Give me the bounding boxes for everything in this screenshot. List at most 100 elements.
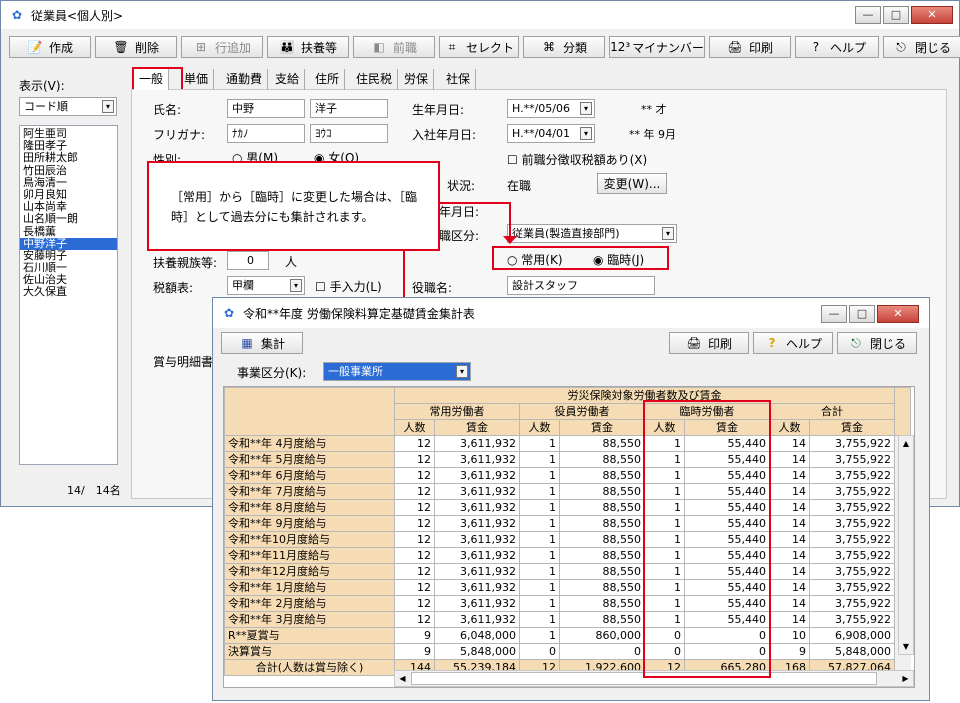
sort-order-select[interactable]: コード順 ▾ bbox=[19, 97, 117, 116]
select-button[interactable]: ⌗ セレクト bbox=[439, 36, 519, 58]
employee-list-item[interactable]: 竹田辰治 bbox=[20, 164, 117, 177]
value-cell: 14 bbox=[769, 595, 810, 612]
value-cell: 3,755,922 bbox=[809, 611, 895, 628]
table-row: 令和**年 9月度給与 12 3,611,932 1 88,550 1 55,440 14 3,… bbox=[224, 515, 911, 532]
manual-input-checkbox[interactable]: ☐ 手入力(L) bbox=[315, 278, 382, 295]
value-cell: 88,550 bbox=[559, 483, 645, 500]
calculate-button[interactable]: ▦ 集計 bbox=[221, 332, 303, 354]
help-button[interactable]: ? ヘルプ bbox=[795, 36, 879, 58]
employee-list-item[interactable]: 長橋薫 bbox=[20, 225, 117, 238]
sub-header-cell: 人数 bbox=[769, 419, 810, 436]
chevron-down-icon[interactable]: ▾ bbox=[580, 127, 592, 140]
value-cell: 1 bbox=[519, 483, 560, 500]
employment-type-highlight bbox=[492, 246, 669, 270]
table-row: 令和**年 7月度給与 12 3,611,932 1 88,550 1 55,440 14 3,… bbox=[224, 483, 911, 500]
category-value: 従業員(製造直接部門) bbox=[512, 227, 620, 240]
tab-1[interactable]: 一般 bbox=[134, 69, 170, 90]
chevron-down-icon[interactable]: ▾ bbox=[662, 227, 674, 240]
employee-list-item[interactable]: 大久保直 bbox=[20, 286, 117, 298]
delete-label: 削除 bbox=[134, 40, 159, 55]
my-number-button[interactable]: 12³ マイナンバー bbox=[609, 36, 705, 58]
close-button[interactable]: ⎋ 閉じる bbox=[837, 332, 917, 354]
row-label-cell: 令和**年11月度給与 bbox=[224, 547, 395, 564]
last-name-field[interactable]: 中野 bbox=[227, 99, 305, 118]
minimize-button[interactable]: — bbox=[821, 305, 847, 323]
close-window-button[interactable]: ✕ bbox=[911, 6, 953, 24]
first-name-field[interactable]: 洋子 bbox=[310, 99, 388, 118]
close-window-button[interactable]: ✕ bbox=[877, 305, 919, 323]
value-cell: 9 bbox=[394, 627, 435, 644]
dependents-label: 扶養親族等: bbox=[153, 256, 218, 270]
category-button[interactable]: ⌘ 分類 bbox=[523, 36, 605, 58]
value-cell: 3,755,922 bbox=[809, 515, 895, 532]
tab-6[interactable]: 住民税 bbox=[351, 69, 399, 90]
create-button[interactable]: 📝 作成 bbox=[9, 36, 91, 58]
chevron-down-icon[interactable]: ▾ bbox=[290, 279, 302, 292]
first-kana-field[interactable]: ﾖｳｺ bbox=[310, 124, 388, 143]
minimize-button[interactable]: — bbox=[855, 6, 881, 24]
tax-table-select[interactable]: 甲欄 ▾ bbox=[227, 276, 305, 295]
add-row-button[interactable]: ⊞ 行追加 bbox=[181, 36, 263, 58]
scroll-up-arrow[interactable]: ▲ bbox=[899, 436, 913, 451]
scroll-left-arrow[interactable]: ◀ bbox=[395, 671, 410, 686]
previous-job-button[interactable]: ◧ 前職 bbox=[353, 36, 435, 58]
chevron-down-icon[interactable]: ▾ bbox=[580, 102, 592, 115]
status-label: 状況: bbox=[447, 179, 476, 193]
tab-5[interactable]: 住所 bbox=[310, 69, 346, 90]
value-cell: 3,755,922 bbox=[809, 435, 895, 452]
category-select[interactable]: 従業員(製造直接部門) ▾ bbox=[507, 224, 677, 243]
value-cell: 0 bbox=[519, 643, 560, 660]
value-cell: 3,755,922 bbox=[809, 563, 895, 580]
birth-date-field[interactable]: H.**/05/06 ▾ bbox=[507, 99, 595, 118]
temporary-column-highlight bbox=[643, 400, 771, 678]
scroll-right-arrow[interactable]: ▶ bbox=[898, 671, 913, 686]
tab-2[interactable]: 単価 bbox=[179, 69, 215, 90]
last-kana-field[interactable]: ﾅｶﾉ bbox=[227, 124, 305, 143]
chevron-down-icon[interactable]: ▾ bbox=[456, 365, 468, 378]
employee-list[interactable]: 阿生亜司 隆田孝子 田所耕太郎 竹田辰治 鳥海清一 卯月良知 山本尚幸 山名順一朗 長橋薫 中野洋… bbox=[19, 125, 118, 465]
value-cell: 12 bbox=[394, 515, 435, 532]
value-cell: 0 bbox=[559, 643, 645, 660]
table-icon: ▦ bbox=[241, 336, 253, 350]
position-field[interactable]: 設計スタッフ bbox=[507, 276, 655, 295]
prev-job-checkbox[interactable]: ☐ 前職分徴収税額あり(X) bbox=[507, 151, 647, 168]
row-label-cell: 令和**年 7月度給与 bbox=[224, 483, 395, 500]
delete-button[interactable]: 🗑 削除 bbox=[95, 36, 177, 58]
tab-8[interactable]: 社保 bbox=[441, 69, 477, 90]
tab-7[interactable]: 労保 bbox=[399, 69, 435, 90]
birth-date-value: H.**/05/06 bbox=[512, 102, 570, 115]
maximize-button[interactable]: □ bbox=[883, 6, 909, 24]
dependents-button[interactable]: 👪 扶養等 bbox=[267, 36, 349, 58]
employee-list-item[interactable]: 田所耕太郎 bbox=[20, 152, 117, 164]
retire-date-label: 年月日: bbox=[439, 205, 480, 219]
employee-list-item[interactable]: 山名順一朗 bbox=[20, 213, 117, 225]
age-value: ** 才 bbox=[641, 103, 667, 116]
print-button[interactable]: 🖨 印刷 bbox=[669, 332, 749, 354]
maximize-button[interactable]: □ bbox=[849, 305, 875, 323]
tab-4[interactable]: 支給 bbox=[270, 69, 306, 90]
row-header-cell bbox=[224, 387, 395, 436]
sub-header-cell: 賃金 bbox=[434, 419, 520, 436]
help-button[interactable]: ? ヘルプ bbox=[753, 332, 833, 354]
tab-3[interactable]: 通勤費 bbox=[221, 69, 269, 90]
summary-table-area: 労災保険対象労働者数及び賃金 常用労働者 役員労働者 臨時労働者 合計 人数 賃金 人数賃… bbox=[223, 386, 915, 688]
prev-job-label: 前職分徴収税額あり(X) bbox=[521, 153, 648, 167]
division-select[interactable]: 一般事業所 ▾ bbox=[323, 362, 471, 381]
calculate-label: 集計 bbox=[260, 336, 285, 351]
chevron-down-icon[interactable]: ▾ bbox=[102, 100, 114, 113]
summary-window-title: 令和**年度 労働保険料算定基礎賃金集計表 bbox=[243, 306, 475, 321]
app-icon: ✿ bbox=[11, 8, 23, 22]
display-label: 表示(V): bbox=[19, 79, 65, 93]
hire-date-field[interactable]: H.**/04/01 ▾ bbox=[507, 124, 595, 143]
value-cell: 3,755,922 bbox=[809, 499, 895, 516]
vertical-scrollbar[interactable]: ▲ ▼ bbox=[898, 435, 914, 655]
value-cell: 88,550 bbox=[559, 531, 645, 548]
value-cell: 3,611,932 bbox=[434, 451, 520, 468]
print-button[interactable]: 🖨 印刷 bbox=[709, 36, 791, 58]
scroll-down-arrow[interactable]: ▼ bbox=[899, 639, 913, 654]
close-button[interactable]: ⎋ 閉じる bbox=[883, 36, 960, 58]
value-cell: 14 bbox=[769, 483, 810, 500]
dependents-field[interactable]: 0 bbox=[227, 251, 269, 270]
value-cell: 14 bbox=[769, 611, 810, 628]
change-status-button[interactable]: 変更(W)... bbox=[597, 173, 667, 194]
